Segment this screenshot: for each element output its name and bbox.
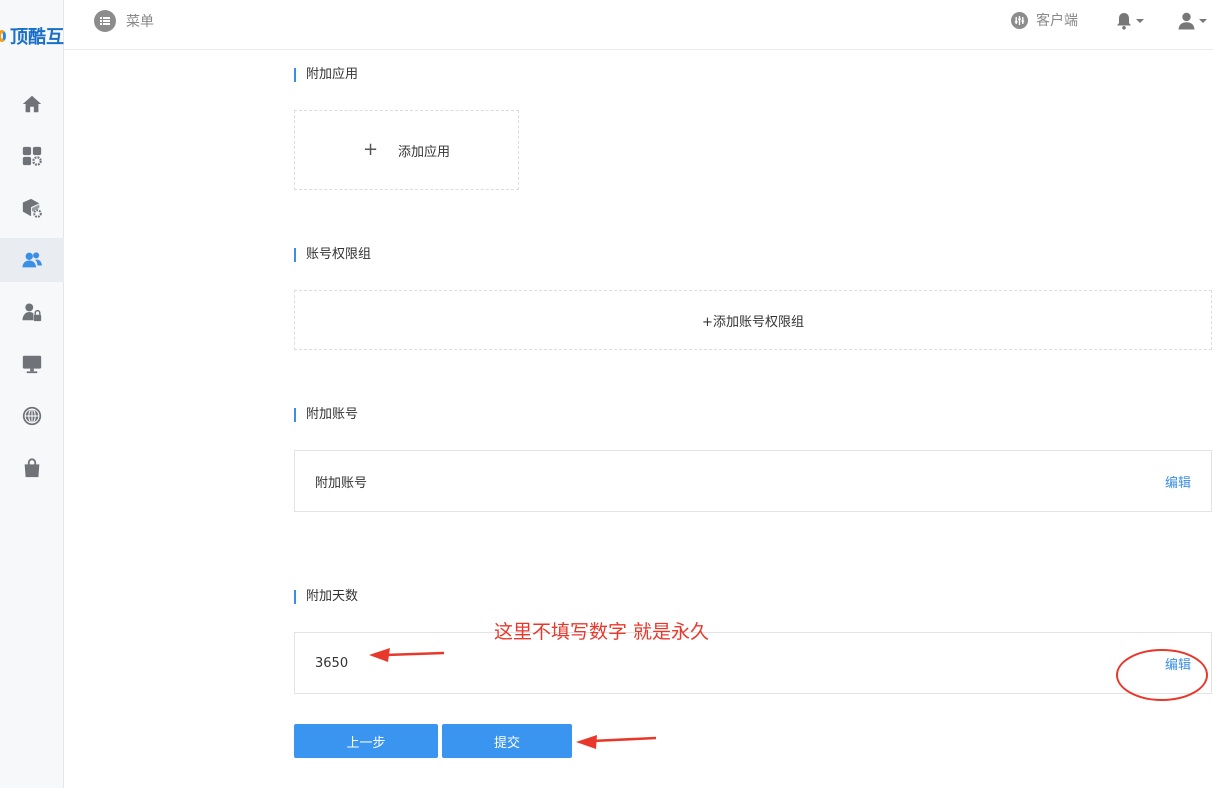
days-value: 3650 [315, 655, 349, 671]
days-edit-link[interactable]: 编辑 [1165, 654, 1191, 673]
sidebar-item-packages[interactable] [0, 186, 64, 230]
shopping-bag-icon [24, 458, 40, 478]
chevron-down-icon [1136, 19, 1144, 23]
add-app-button[interactable]: + 添加应用 [294, 110, 519, 190]
accounts-edit-link[interactable]: 编辑 [1165, 472, 1191, 491]
sidebar-item-users[interactable] [0, 238, 64, 282]
globe-icon [22, 406, 42, 426]
logo-mark-icon [0, 30, 6, 42]
package-settings-icon [22, 198, 42, 218]
accounts-row: 附加账号 编辑 [294, 450, 1212, 512]
add-app-label: 添加应用 [398, 144, 451, 160]
monitor-icon [22, 355, 42, 374]
submit-button[interactable]: 提交 [442, 724, 572, 758]
sidebar-item-apps[interactable] [0, 134, 64, 178]
section-title-accounts: 附加账号 [294, 408, 358, 422]
user-lock-icon [22, 303, 42, 322]
bell-icon [1117, 13, 1131, 30]
user-icon [1178, 12, 1195, 30]
section-title-days: 附加天数 [294, 590, 358, 604]
top-bar: 菜单 客户端 [64, 0, 1213, 50]
sidebar-item-devices[interactable] [0, 342, 64, 386]
list-menu-icon [94, 10, 116, 32]
sidebar: 顶酷互 [0, 0, 64, 788]
section-title-apps: 附加应用 [294, 68, 358, 82]
client-button[interactable]: 客户端 [1011, 10, 1078, 30]
apps-settings-icon [22, 146, 42, 166]
annotation-note: 这里不填写数字 就是永久 [494, 621, 710, 643]
accounts-value: 附加账号 [315, 475, 368, 491]
previous-step-button[interactable]: 上一步 [294, 724, 438, 758]
users-icon [22, 252, 42, 268]
menu-label: 菜单 [126, 14, 154, 30]
sidebar-item-home[interactable] [0, 82, 64, 126]
add-group-button[interactable]: +添加账号权限组 [294, 290, 1212, 350]
days-row: 3650 编辑 [294, 632, 1212, 694]
brand-logo[interactable]: 顶酷互 [0, 22, 64, 50]
plus-icon: + [362, 139, 379, 160]
menu-button[interactable]: 菜单 [94, 10, 154, 32]
sidebar-item-permissions[interactable] [0, 290, 64, 334]
arrow-to-submit-button [576, 735, 657, 749]
user-menu-button[interactable] [1178, 12, 1207, 30]
client-icon [1011, 11, 1028, 29]
home-icon [22, 95, 42, 113]
section-title-groups: 账号权限组 [294, 248, 371, 262]
add-group-label: +添加账号权限组 [702, 314, 804, 330]
sidebar-item-network[interactable] [0, 394, 64, 438]
chevron-down-icon [1199, 19, 1207, 23]
client-label: 客户端 [1036, 13, 1078, 29]
notifications-button[interactable] [1116, 12, 1144, 30]
sidebar-item-store[interactable] [0, 446, 64, 490]
logo-text: 顶酷互 [10, 27, 64, 48]
